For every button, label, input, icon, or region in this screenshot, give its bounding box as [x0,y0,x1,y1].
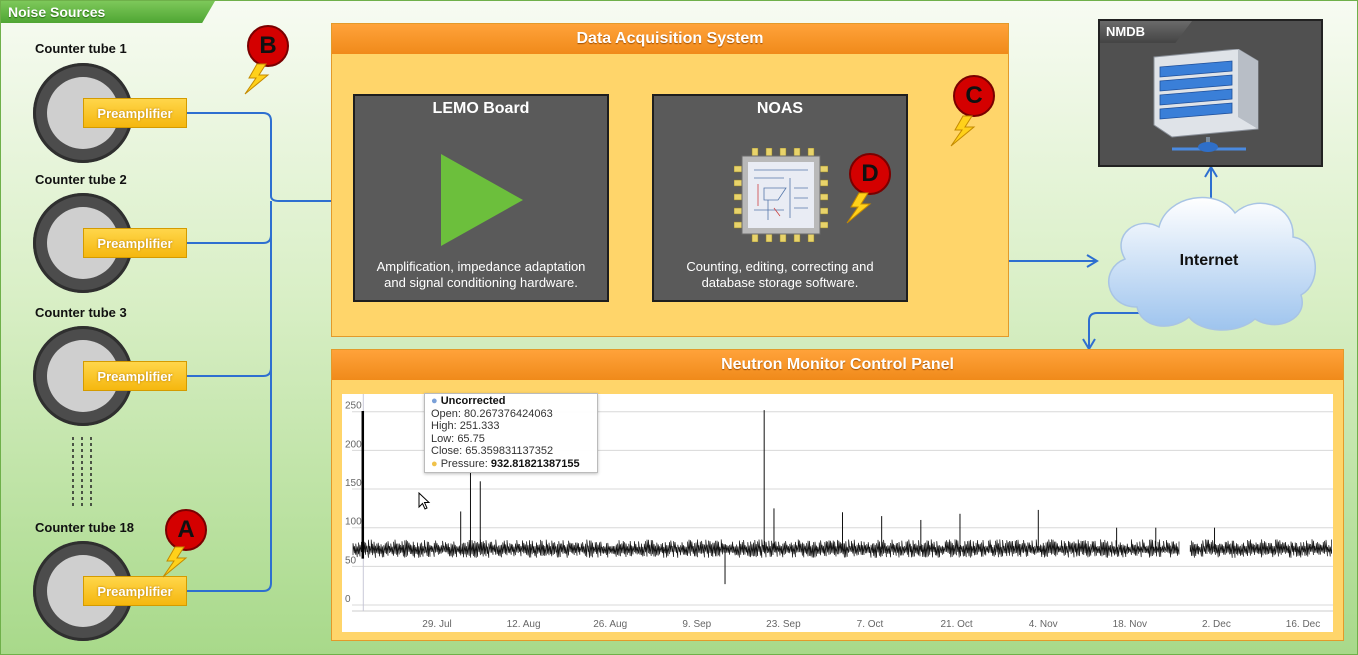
amplifier-triangle-icon [441,154,523,246]
tooltip-high-value: 251.333 [459,420,500,432]
tooltip-close-row: Close: 65.359831137352 [431,445,591,458]
server-icon [1153,49,1259,152]
lemo-desc-line2: and signal conditioning hardware. [384,275,578,290]
chip-icon [734,148,828,242]
noas-desc-line2: database storage software. [701,275,859,290]
control-panel-title: Neutron Monitor Control Panel [332,350,1343,380]
tooltip-series-row: ● Uncorrected [431,395,506,407]
x-tick-label: 2. Dec [1202,619,1231,630]
tooltip-open-label: Open: [431,407,461,420]
chart-tooltip: ● Uncorrected Open: 80.267376424063 High… [424,393,598,473]
marker-a: A [165,509,207,551]
ellipsis-dashes [72,437,92,509]
y-tick-label: 100 [345,517,362,528]
tooltip-high-label: High: [431,420,457,432]
tooltip-open-row: Open: 80.267376424063 [431,408,591,421]
tooltip-low-row: Low: 65.75 [431,433,591,446]
lightning-icon [846,192,872,224]
tube3-preamplifier: Preamplifier [83,361,187,391]
lightning-icon [950,115,976,147]
tube1-preamplifier: Preamplifier [83,98,187,128]
x-tick-label: 7. Oct [857,619,884,630]
x-tick-label: 23. Sep [766,619,801,630]
tube18-label: Counter tube 18 [35,520,134,535]
tube18-preamplifier: Preamplifier [83,576,187,606]
internet-label: Internet [1179,252,1239,269]
tooltip-high-row: High: 251.333 [431,420,591,433]
x-tick-label: 4. Nov [1029,619,1058,630]
tube2-preamplifier: Preamplifier [83,228,187,258]
lightning-icon [162,546,188,578]
lemo-desc-line1: Amplification, impedance adaptation [376,259,586,274]
tooltip-open-value: 80.267376424063 [464,407,553,420]
tube3-label: Counter tube 3 [35,305,127,320]
y-tick-label: 50 [345,555,357,566]
connector-tube2 [187,201,272,244]
noas-title: NOAS [756,100,804,117]
tooltip-close-label: Close: [431,445,463,457]
marker-b: B [247,25,289,67]
marker-d: D [849,153,891,195]
noise-sources-tag: Noise Sources [1,1,215,23]
x-tick-label: 26. Aug [593,619,627,630]
nmdb-label: NMDB [1100,21,1192,43]
daq-title: Data Acquisition System [332,24,1008,54]
x-tick-label: 12. Aug [507,619,541,630]
y-tick-label: 150 [345,478,362,489]
tooltip-pressure-value: 932.81821387155 [490,457,580,470]
nmdb-box: NMDB [1098,19,1323,167]
x-tick-label: 18. Nov [1113,619,1147,630]
y-tick-label: 0 [345,594,351,605]
y-tick-label: 250 [345,401,362,412]
tooltip-low-label: Low: [431,432,455,445]
marker-c: C [953,75,995,117]
tooltip-pressure-row: ● Pressure: 932.81821387155 [431,457,580,470]
tooltip-pressure-label: Pressure: [440,457,488,470]
y-tick-label: 200 [345,439,362,450]
connector-tube3 [187,201,272,377]
lightning-icon [244,63,270,95]
tube2-label: Counter tube 2 [35,172,127,187]
tube1-label: Counter tube 1 [35,41,127,56]
lemo-title: LEMO Board [432,100,530,117]
x-tick-label: 29. Jul [422,619,451,630]
noas-desc-line1: Counting, editing, correcting and [686,259,874,274]
mouse-cursor-icon [418,492,431,510]
x-tick-label: 21. Oct [940,619,972,630]
tooltip-close-value: 65.359831137352 [465,445,554,457]
tooltip-series-name: Uncorrected [440,395,506,407]
tooltip-low-value: 65.75 [457,432,485,445]
lemo-board: LEMO Board Amplification, impedance adap… [353,94,609,302]
diagram-root: Noise Sources Counter tube 1 Preamplifie… [0,0,1358,655]
connector-tube1 [187,112,353,202]
x-tick-label: 16. Dec [1286,619,1320,630]
x-tick-label: 9. Sep [682,619,711,630]
